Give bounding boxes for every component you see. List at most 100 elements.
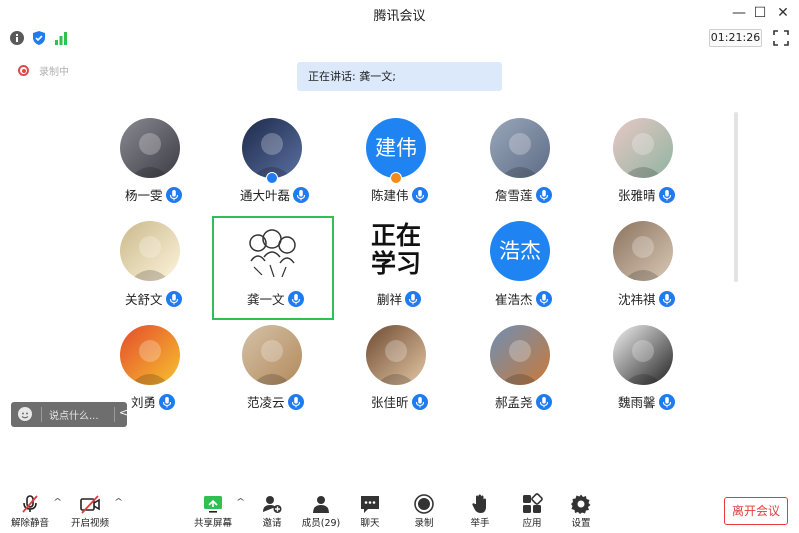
mic-icon (287, 393, 304, 410)
grid-scrollbar[interactable] (734, 112, 738, 282)
unmute-label: 解除静音 (10, 518, 49, 529)
mic-icon (293, 186, 310, 203)
participant-name-row: 龚一文 (247, 288, 304, 307)
participant-avatar[interactable]: 建伟 (366, 118, 426, 178)
participant-name-row: 杨一雯 (125, 184, 182, 203)
participant-name-row: 关舒文 (125, 288, 182, 307)
share-screen-icon (204, 496, 222, 513)
participant-name: 沈祎祺 (618, 292, 656, 307)
members-icon (313, 496, 329, 513)
record-icon (414, 494, 434, 514)
chat-quick-input[interactable]: 说点什么... < (11, 402, 128, 427)
mic-icon (658, 393, 675, 410)
mic-icon (287, 290, 304, 307)
participant-name-row: 张佳昕 (371, 391, 428, 410)
video-options-caret-icon[interactable]: ^ (114, 497, 123, 506)
participant-name: 通大叶磊 (240, 188, 291, 203)
participant-avatar[interactable] (120, 325, 180, 385)
participant-name-row: 范凌云 (247, 391, 304, 410)
participant-avatar[interactable] (366, 325, 426, 385)
unmute-button[interactable]: 解除静音 (8, 488, 52, 533)
participant-name: 张雅晴 (618, 188, 656, 203)
mic-icon (535, 290, 552, 307)
members-label: 成员(29) (301, 518, 341, 529)
title-bar: 腾讯会议 — ☐ ✕ (0, 0, 799, 26)
settings-button[interactable]: 设置 (563, 488, 599, 533)
participant-name-row: 魏雨馨 (618, 391, 675, 410)
maximize-button[interactable]: ☐ (750, 3, 770, 23)
apps-label: 应用 (522, 518, 542, 529)
mic-icon (165, 186, 182, 203)
mic-icon (658, 290, 675, 307)
start-video-button[interactable]: 开启视频 (68, 488, 112, 533)
participant-avatar[interactable] (613, 325, 673, 385)
participant-avatar[interactable] (242, 221, 302, 281)
share-label: 共享屏幕 (193, 518, 232, 529)
mic-icon (405, 290, 422, 307)
video-label: 开启视频 (70, 518, 109, 529)
participant-name-row: 詹雪莲 (495, 184, 552, 203)
emoji-icon[interactable] (18, 407, 32, 421)
participant-name: 詹雪莲 (495, 188, 533, 203)
participant-avatar[interactable] (120, 221, 180, 281)
apps-icon (523, 493, 543, 513)
participant-avatar[interactable] (613, 221, 673, 281)
record-button[interactable]: 录制 (406, 488, 442, 533)
participant-avatar[interactable] (490, 325, 550, 385)
participant-name-row: 陈建伟 (371, 184, 428, 203)
apps-button[interactable]: 应用 (514, 488, 550, 533)
divider (41, 407, 42, 422)
gear-icon (571, 494, 591, 514)
mic-icon (535, 186, 552, 203)
signal-icon[interactable] (53, 30, 69, 46)
leave-meeting-button[interactable]: 离开会议 (724, 497, 788, 525)
chat-bubble-icon (361, 496, 379, 513)
collapse-chat-icon[interactable]: < (119, 406, 128, 419)
participant-avatar[interactable] (242, 118, 302, 178)
avatar-text-line: 学习 (370, 249, 421, 278)
participant-avatar[interactable]: 浩杰 (490, 221, 550, 281)
fullscreen-icon[interactable] (772, 29, 790, 47)
participant-name-row: 刘勇 (131, 391, 176, 410)
shield-icon[interactable] (31, 30, 47, 46)
participant-name-row: 郝孟尧 (495, 391, 552, 410)
participant-avatar[interactable] (120, 118, 180, 178)
audio-options-caret-icon[interactable]: ^ (53, 497, 62, 506)
participant-name: 郝孟尧 (495, 395, 533, 410)
participant-name: 蒯祥 (377, 292, 403, 307)
camera-off-icon (80, 495, 100, 514)
host-badge-icon (390, 172, 402, 184)
avatar-text-line: 正在 (370, 221, 421, 250)
recording-label: 录制中 (39, 67, 69, 78)
record-dot-icon (18, 65, 29, 76)
share-options-caret-icon[interactable]: ^ (236, 497, 245, 506)
info-icon[interactable] (9, 30, 25, 46)
participant-avatar[interactable] (242, 325, 302, 385)
participant-avatar[interactable] (613, 118, 673, 178)
chat-button[interactable]: 聊天 (352, 488, 388, 533)
record-label: 录制 (414, 518, 434, 529)
mic-icon (165, 290, 182, 307)
participant-name-row: 张雅晴 (618, 184, 675, 203)
invite-button[interactable]: 邀请 (254, 488, 290, 533)
members-button[interactable]: 成员(29) (300, 488, 342, 533)
mic-muted-icon (22, 495, 38, 513)
participant-name: 关舒文 (125, 292, 163, 307)
meeting-info-bar (0, 27, 799, 49)
divider (114, 407, 115, 422)
participant-avatar[interactable]: 正在 学习 (361, 222, 431, 278)
chat-placeholder[interactable]: 说点什么... (49, 407, 99, 422)
mic-icon (658, 186, 675, 203)
invite-label: 邀请 (262, 518, 282, 529)
mic-icon (411, 393, 428, 410)
participant-avatar[interactable] (490, 118, 550, 178)
settings-label: 设置 (571, 518, 591, 529)
minimize-button[interactable]: — (729, 3, 749, 23)
mic-icon (411, 186, 428, 203)
share-screen-button[interactable]: 共享屏幕 (192, 488, 234, 533)
participant-name: 杨一雯 (125, 188, 163, 203)
close-button[interactable]: ✕ (773, 3, 793, 23)
participant-name-row: 蒯祥 (377, 288, 422, 307)
raise-hand-button[interactable]: 举手 (462, 488, 498, 533)
participant-name: 范凌云 (247, 395, 285, 410)
